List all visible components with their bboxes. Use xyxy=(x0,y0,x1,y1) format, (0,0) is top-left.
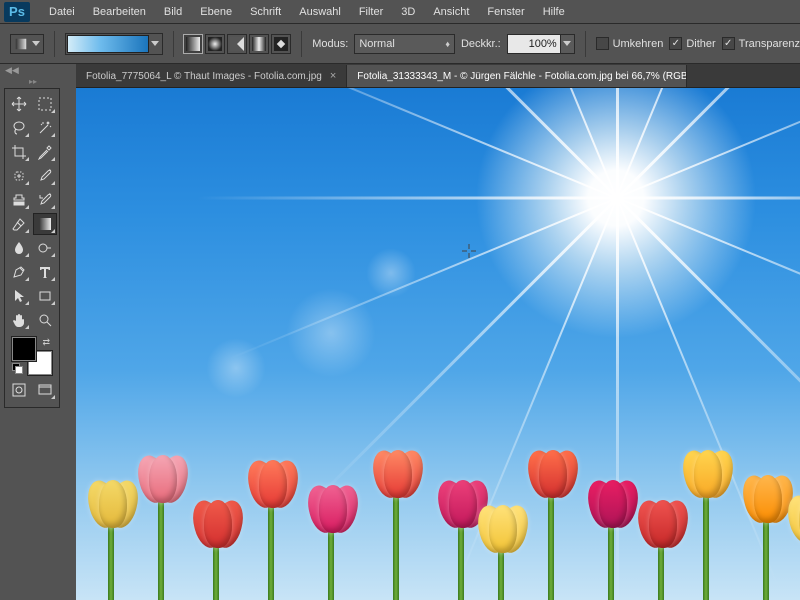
menu-filter[interactable]: Filter xyxy=(350,2,392,22)
options-bar: Modus: Normal ♦ Deckkr.: 100% Umkehren D… xyxy=(0,24,800,64)
gradient-linear-icon[interactable] xyxy=(183,34,203,54)
menu-image[interactable]: Bild xyxy=(155,2,191,22)
crop-tool-icon[interactable] xyxy=(7,141,31,163)
sunray xyxy=(618,197,800,200)
menu-type[interactable]: Schrift xyxy=(241,2,290,22)
gradient-picker[interactable] xyxy=(65,33,163,55)
gradient-reflected-icon[interactable] xyxy=(249,34,269,54)
default-colors-icon[interactable] xyxy=(12,363,22,373)
document-tabstrip: Fotolia_7775064_L © Thaut Images - Fotol… xyxy=(76,64,800,88)
tulip xyxy=(676,450,736,600)
menu-view[interactable]: Ansicht xyxy=(424,2,478,22)
toolbox-handle-icon[interactable]: ▸▸ xyxy=(5,77,61,85)
swap-colors-icon[interactable]: ⇄ xyxy=(42,337,50,348)
pen-tool-icon[interactable] xyxy=(7,261,31,283)
zoom-tool-icon[interactable] xyxy=(33,309,57,331)
document-tab-2[interactable]: Fotolia_31333343_M - © Jürgen Fälchle - … xyxy=(347,65,687,87)
tab-label: Fotolia_7775064_L © Thaut Images - Fotol… xyxy=(86,71,322,82)
menu-select[interactable]: Auswahl xyxy=(290,2,350,22)
tulip xyxy=(241,460,301,600)
tulip-flowerbed xyxy=(76,445,800,600)
magic-wand-tool-icon[interactable] xyxy=(33,117,57,139)
hand-tool-icon[interactable] xyxy=(7,309,31,331)
document-tab-1[interactable]: Fotolia_7775064_L © Thaut Images - Fotol… xyxy=(76,65,347,87)
opacity-value: 100% xyxy=(529,38,557,50)
brush-tool-icon[interactable] xyxy=(33,165,57,187)
history-brush-tool-icon[interactable] xyxy=(33,189,57,211)
reverse-label: Umkehren xyxy=(613,38,664,50)
mode-label: Modus: xyxy=(312,38,348,50)
clone-stamp-tool-icon[interactable] xyxy=(7,189,31,211)
tulip xyxy=(366,450,426,600)
gradient-diamond-icon[interactable] xyxy=(271,34,291,54)
menu-3d[interactable]: 3D xyxy=(392,2,424,22)
lens-flare xyxy=(366,248,416,298)
lasso-tool-icon[interactable] xyxy=(7,117,31,139)
gradient-tool-icon[interactable] xyxy=(33,213,57,235)
healing-brush-tool-icon[interactable] xyxy=(7,165,31,187)
blur-tool-icon[interactable] xyxy=(7,237,31,259)
menu-layer[interactable]: Ebene xyxy=(191,2,241,22)
reverse-checkbox[interactable]: Umkehren xyxy=(596,37,664,50)
menu-edit[interactable]: Bearbeiten xyxy=(84,2,155,22)
app-logo: Ps xyxy=(4,2,30,22)
eraser-tool-icon[interactable] xyxy=(7,213,31,235)
sunray xyxy=(198,197,618,200)
tulip xyxy=(781,495,800,600)
screen-mode-icon[interactable] xyxy=(33,379,57,401)
tulip xyxy=(301,485,361,600)
tool-preset-picker[interactable] xyxy=(10,34,44,54)
dither-label: Dither xyxy=(686,38,715,50)
type-tool-icon[interactable] xyxy=(33,261,57,283)
tabstrip-handle-icon[interactable]: ◀◀ xyxy=(5,65,19,76)
menu-help[interactable]: Hilfe xyxy=(534,2,574,22)
mode-value: Normal xyxy=(359,38,394,50)
toolbox: ▸▸ ⇄ xyxy=(4,88,60,408)
rectangle-tool-icon[interactable] xyxy=(33,285,57,307)
dither-checkbox[interactable]: Dither xyxy=(669,37,715,50)
sunray xyxy=(616,88,619,198)
transparency-checkbox[interactable]: Transparenz xyxy=(722,37,800,50)
menu-window[interactable]: Fenster xyxy=(478,2,533,22)
dodge-tool-icon[interactable] xyxy=(33,237,57,259)
lens-flare xyxy=(286,288,376,378)
eyedropper-tool-icon[interactable] xyxy=(33,141,57,163)
marquee-tool-icon[interactable] xyxy=(33,93,57,115)
tulip xyxy=(131,455,191,600)
gradient-angle-icon[interactable] xyxy=(227,34,247,54)
menu-file[interactable]: Datei xyxy=(40,2,84,22)
opacity-label: Deckkr.: xyxy=(461,38,501,50)
tab-label: Fotolia_31333343_M - © Jürgen Fälchle - … xyxy=(357,71,687,82)
tulip xyxy=(521,450,581,600)
tulip xyxy=(186,500,246,600)
path-selection-tool-icon[interactable] xyxy=(7,285,31,307)
mode-dropdown[interactable]: Normal ♦ xyxy=(354,34,455,54)
quick-mask-icon[interactable] xyxy=(7,379,31,401)
foreground-color-swatch[interactable] xyxy=(12,337,36,361)
menu-bar: Ps Datei Bearbeiten Bild Ebene Schrift A… xyxy=(0,0,800,24)
transparency-label: Transparenz xyxy=(739,38,800,50)
gradient-radial-icon[interactable] xyxy=(205,34,225,54)
gradient-preview xyxy=(67,35,149,53)
move-tool-icon[interactable] xyxy=(7,93,31,115)
close-icon[interactable]: × xyxy=(330,70,336,82)
document-canvas xyxy=(76,88,800,600)
lens-flare xyxy=(206,338,266,398)
opacity-field[interactable]: 100% xyxy=(507,34,575,54)
canvas-area[interactable] xyxy=(76,88,800,600)
color-swatches: ⇄ xyxy=(12,337,52,375)
